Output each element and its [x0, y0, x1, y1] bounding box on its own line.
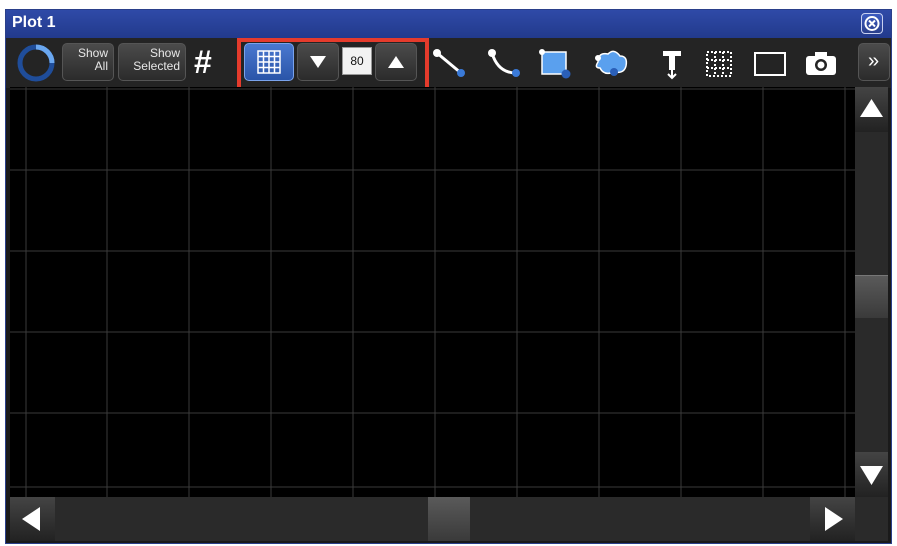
- cloud-tool-icon[interactable]: [590, 46, 632, 80]
- close-icon: [864, 16, 880, 31]
- vertical-scroll-thumb[interactable]: [855, 275, 888, 318]
- scroll-left-button[interactable]: [10, 497, 55, 541]
- show-all-button[interactable]: Show All: [62, 43, 114, 81]
- arrow-down-icon: [860, 466, 883, 485]
- camera-icon[interactable]: [801, 47, 841, 79]
- more-label: »: [868, 50, 880, 72]
- arrow-right-icon: [825, 507, 843, 531]
- grid-symbol-button[interactable]: #: [194, 44, 212, 80]
- scroll-down-button[interactable]: [855, 452, 888, 497]
- spinner-icon[interactable]: [16, 43, 56, 83]
- toolbar: Show All Show Selected # 80 »: [6, 38, 891, 88]
- scroll-corner: [855, 497, 888, 541]
- frame-icon[interactable]: [750, 47, 790, 79]
- line-tool-icon[interactable]: [429, 47, 469, 79]
- close-button[interactable]: [861, 13, 883, 34]
- show-selected-line2: Selected: [133, 59, 180, 73]
- window-title: Plot 1: [12, 14, 56, 31]
- curve-tool-icon[interactable]: [484, 47, 524, 79]
- show-selected-button[interactable]: Show Selected: [118, 43, 186, 81]
- horizontal-scrollbar[interactable]: [10, 497, 855, 541]
- plot-canvas[interactable]: [10, 87, 855, 497]
- arrow-up-icon: [860, 99, 883, 117]
- scroll-up-button[interactable]: [855, 87, 888, 132]
- more-button[interactable]: »: [858, 43, 890, 81]
- show-all-line2: All: [94, 59, 108, 73]
- text-tool-icon[interactable]: [654, 46, 690, 82]
- dotted-grid-icon[interactable]: [701, 46, 737, 82]
- scroll-right-button[interactable]: [810, 497, 855, 541]
- arrow-left-icon: [22, 507, 40, 531]
- horizontal-scroll-thumb[interactable]: [428, 497, 470, 541]
- rectangle-tool-icon[interactable]: [536, 46, 576, 80]
- title-bar[interactable]: Plot 1: [6, 10, 891, 38]
- plot-grid: [10, 87, 855, 497]
- vertical-scrollbar[interactable]: [855, 87, 888, 497]
